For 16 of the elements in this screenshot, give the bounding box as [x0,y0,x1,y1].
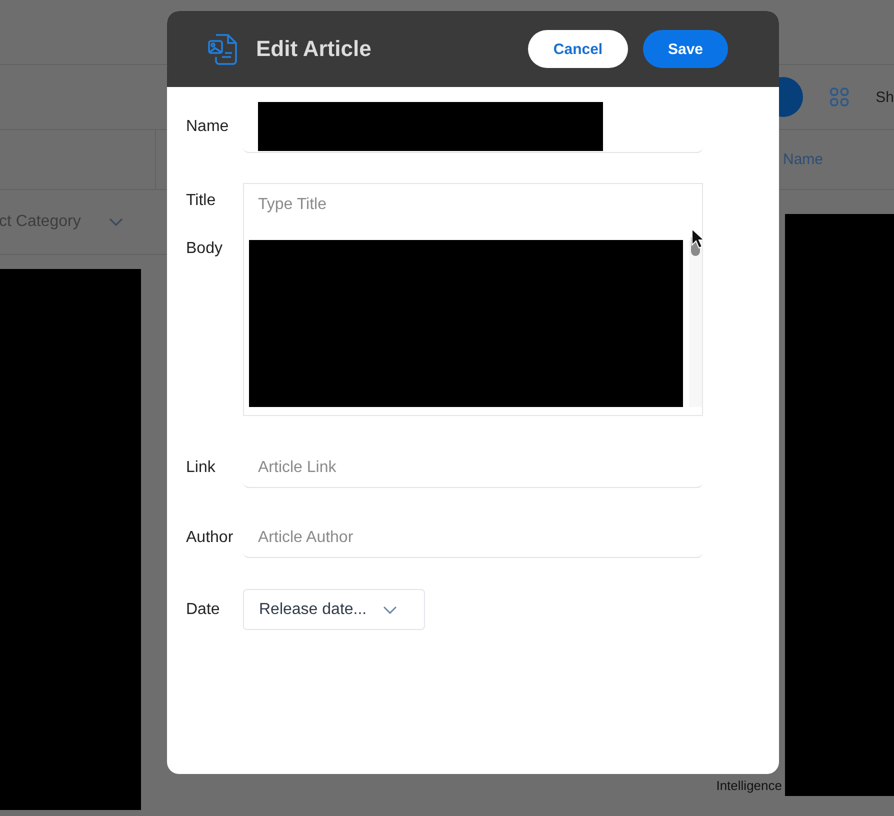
date-dropdown[interactable]: Release date... [243,589,425,630]
field-label: Name [186,118,230,136]
toolbar-label: Sh [876,88,894,106]
field-label: Author [186,529,234,547]
field-label: Link [186,459,216,477]
table-cell: Intelligence [716,778,782,794]
input-field[interactable]: Article Author [243,518,703,558]
save-button[interactable]: Save [643,30,728,68]
field-label: Date [186,600,221,618]
field-label: Title [186,192,217,210]
dialog-title: Edit Article [256,36,372,62]
column-header: Name [783,151,824,168]
title-placeholder: Type Title [257,195,328,215]
cancel-button[interactable]: Cancel [528,30,628,68]
field-label: Body [186,240,224,258]
input-field[interactable]: Article Link [243,448,703,488]
